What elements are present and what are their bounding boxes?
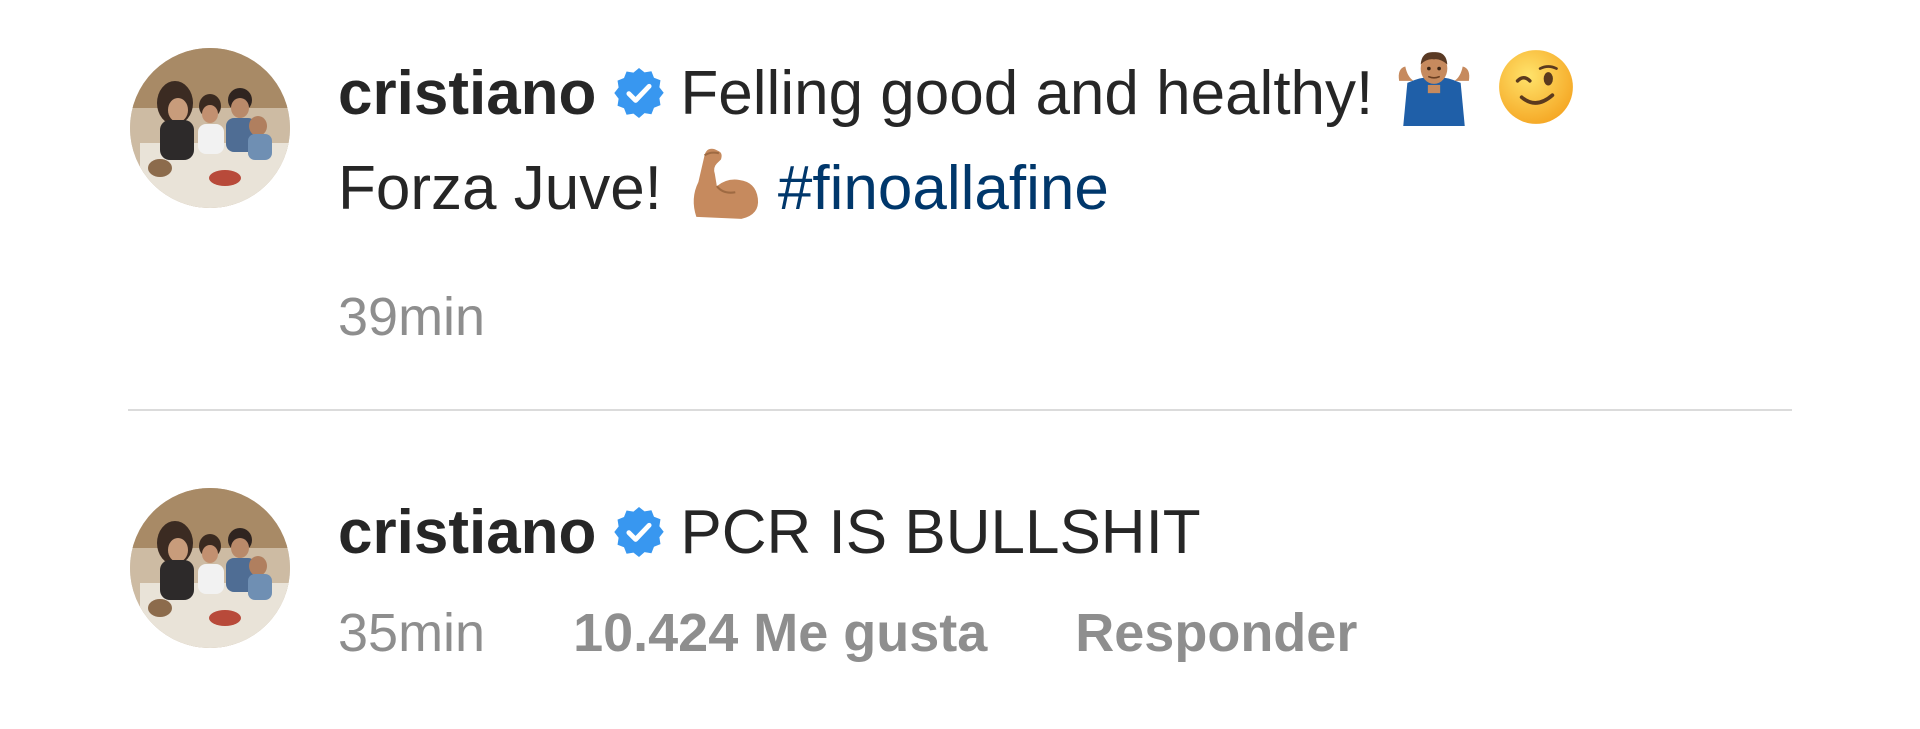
avatar[interactable] (130, 48, 290, 208)
flexed-biceps-emoji-icon (682, 141, 764, 223)
reply-button[interactable]: Responder (1075, 602, 1357, 664)
comment-text-line: Forza Juve! #finoallafine (338, 141, 1800, 236)
comment-body: cristiano PCR IS BULLSHIT 35min 10.424 Me … (338, 486, 1800, 664)
comment-item: cristiano Felling good and healthy! Forza… (0, 0, 1920, 410)
man-shrugging-emoji-icon (1393, 46, 1475, 128)
comment-timestamp: 35min (338, 603, 486, 663)
comment-text: Forza Juve! (338, 154, 662, 223)
hashtag-link[interactable]: #finoallafine (778, 154, 1109, 223)
username[interactable]: cristiano (338, 498, 596, 567)
avatar-photo (130, 48, 290, 208)
likes-count-button[interactable]: 10.424 Me gusta (573, 602, 987, 664)
comment-text-line: cristiano Felling good and healthy! (338, 46, 1800, 141)
avatar[interactable] (130, 488, 290, 648)
verified-badge-icon (612, 505, 666, 559)
comment-timestamp: 39min (338, 287, 486, 347)
comment-text: Felling good and healthy! (680, 59, 1374, 128)
comment-meta: 35min 10.424 Me gusta Responder (338, 602, 1800, 664)
avatar-photo (130, 488, 290, 648)
comment-text-line: cristiano PCR IS BULLSHIT (338, 486, 1800, 580)
comment-text: PCR IS BULLSHIT (680, 498, 1201, 567)
comments-panel: cristiano Felling good and healthy! Forza… (0, 0, 1920, 729)
comment-item: cristiano PCR IS BULLSHIT 35min 10.424 Me … (0, 412, 1920, 729)
comment-body: cristiano Felling good and healthy! Forza… (338, 46, 1800, 348)
verified-badge-icon (612, 66, 666, 120)
comment-divider (128, 409, 1792, 411)
comment-meta: 39min (338, 286, 1800, 348)
winking-face-emoji-icon (1495, 46, 1577, 128)
username[interactable]: cristiano (338, 59, 596, 128)
